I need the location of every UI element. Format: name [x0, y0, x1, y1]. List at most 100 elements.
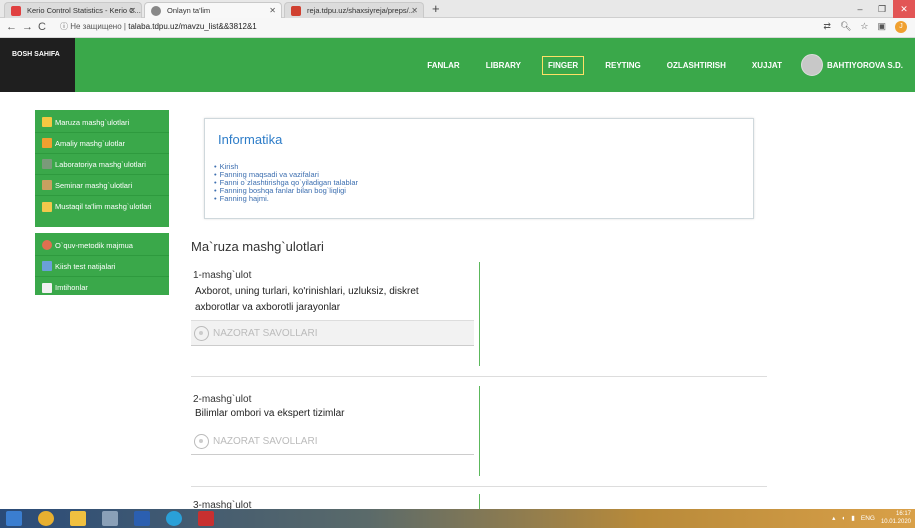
- course-info-box: Informatika Kirish Fanning maqsadi va va…: [204, 118, 754, 219]
- windows-start-icon[interactable]: [6, 511, 22, 526]
- new-tab-icon[interactable]: +: [432, 1, 440, 16]
- tab-close-icon[interactable]: ✕: [411, 3, 418, 18]
- window-controls: – ❐ ✕: [849, 0, 915, 18]
- sidebar-item-label: O`quv-metodik majmua: [55, 240, 133, 250]
- browser-tab-kerio[interactable]: Kerio Control Statistics - Kerio C... ✕: [4, 2, 142, 18]
- lesson-number: 3-mashg`ulot: [193, 500, 252, 509]
- url-text: talaba.tdpu.uz/mavzu_list&&3812&1: [128, 22, 257, 31]
- tab-close-icon[interactable]: ✕: [269, 3, 276, 18]
- reja-favicon-icon: [291, 6, 301, 16]
- file-explorer-icon[interactable]: [70, 511, 86, 526]
- browser-tab-reja[interactable]: reja.tdpu.uz/shaxsiyreja/preps/... ✕: [284, 2, 424, 18]
- sidebar-item-seminar[interactable]: Seminar mashg`ulotlari: [35, 175, 169, 196]
- maximize-icon[interactable]: ❐: [871, 0, 893, 18]
- nav-finger[interactable]: FINGER: [541, 55, 585, 75]
- book-icon: [42, 180, 52, 190]
- browser-tabstrip: Kerio Control Statistics - Kerio C... ✕ …: [0, 0, 915, 18]
- clock-date: 10.01.2020: [880, 519, 911, 525]
- app-icon[interactable]: [102, 511, 118, 526]
- sidebar-item-maruza[interactable]: Maruza mashg`ulotlari: [35, 112, 169, 133]
- address-bar-icons: ⇄ 🔍︎ ☆ ▣ J: [823, 21, 907, 33]
- security-label: Не защищено: [70, 22, 122, 31]
- sidebar-item-label: Amaliy mashg`ulotlar: [55, 138, 126, 148]
- close-window-icon[interactable]: ✕: [893, 0, 915, 18]
- reload-icon[interactable]: C: [38, 21, 46, 33]
- main-nav: FANLAR LIBRARY FINGER REYTING OZLASHTIRI…: [406, 38, 903, 92]
- nazorat-label: NAZORAT SAVOLLARI: [213, 327, 318, 339]
- section-title: Ma`ruza mashg`ulotlari: [191, 239, 324, 254]
- lesson-description[interactable]: Bilimlar ombori va ekspert tizimlar: [195, 406, 465, 422]
- bookmark-star-icon[interactable]: ☆: [860, 21, 868, 33]
- volume-icon[interactable]: ◖: [841, 515, 845, 522]
- sidebar-item-majmua[interactable]: O`quv-metodik majmua: [35, 235, 169, 256]
- folder-icon: [42, 117, 52, 127]
- info-icon[interactable]: ⓘ: [60, 22, 68, 31]
- tray-arrow-icon[interactable]: ▴: [832, 514, 835, 522]
- kerio-favicon-icon: [11, 6, 21, 16]
- sidebar-item-label: Kiish test natijalari: [55, 261, 116, 271]
- back-icon[interactable]: ←: [6, 21, 17, 33]
- address-bar: ← → C ⓘ Не защищено | talaba.tdpu.uz/mav…: [0, 18, 915, 38]
- lesson-separator: [191, 376, 767, 377]
- sidebar-lessons-menu: Maruza mashg`ulotlari Amaliy mashg`ulotl…: [35, 110, 169, 227]
- nav-ozlashtirish[interactable]: OZLASHTIRISH: [662, 57, 731, 74]
- lesson-card: 3-mashg`ulot: [191, 494, 767, 509]
- topic-link[interactable]: Fanning hajmi.: [214, 195, 358, 203]
- lesson-number: 1-mashg`ulot: [193, 270, 252, 281]
- nav-xujjat[interactable]: XUJJAT: [747, 57, 787, 74]
- question-circle-icon: [194, 434, 209, 449]
- clock[interactable]: 16:17 10.01.2020: [881, 510, 911, 526]
- browser-tab-onlayn[interactable]: Onlayn ta'lim ✕: [144, 2, 282, 18]
- windows-taskbar: ▴ ◖ ▮ ENG 16:17 10.01.2020: [0, 509, 915, 528]
- network-icon[interactable]: ▮: [851, 514, 855, 522]
- sidebar-item-test-natijalari[interactable]: Kiish test natijalari: [35, 256, 169, 277]
- tab-title: Onlayn ta'lim: [167, 6, 211, 15]
- sidebar-item-label: Maruza mashg`ulotlari: [55, 117, 130, 127]
- profile-avatar-icon[interactable]: J: [895, 21, 907, 33]
- language-indicator[interactable]: ENG: [861, 515, 875, 522]
- nazorat-label: NAZORAT SAVOLLARI: [213, 436, 318, 447]
- url-field[interactable]: ⓘ Не защищено | talaba.tdpu.uz/mavzu_lis…: [60, 21, 257, 32]
- extension-icon[interactable]: ▣: [877, 21, 886, 33]
- tab-close-icon[interactable]: ✕: [129, 3, 136, 18]
- site-header: BOSH SAHIFA FANLAR LIBRARY FINGER REYTIN…: [0, 38, 915, 92]
- lesson-divider: [479, 262, 480, 366]
- translate-icon[interactable]: ⇄: [823, 21, 831, 33]
- sidebar-item-label: Mustaqil ta'lim mashg`ulotlari: [55, 202, 152, 211]
- home-link[interactable]: BOSH SAHIFA: [0, 38, 75, 92]
- tab-title: reja.tdpu.uz/shaxsiyreja/preps/...: [307, 6, 415, 15]
- sidebar-item-label: Seminar mashg`ulotlari: [55, 180, 133, 190]
- chrome-icon[interactable]: [38, 511, 54, 526]
- course-topics-list: Kirish Fanning maqsadi va vazifalari Fan…: [214, 163, 358, 203]
- minimize-icon[interactable]: –: [849, 0, 871, 18]
- question-circle-icon: [194, 325, 209, 341]
- sidebar-item-imtihonlar[interactable]: Imtihonlar: [35, 277, 169, 298]
- user-avatar-icon: [800, 54, 823, 76]
- document-icon: [42, 282, 52, 293]
- pencil-icon: [42, 138, 52, 148]
- lesson-card: 2-mashg`ulot Bilimlar ombori va ekspert …: [191, 386, 767, 476]
- forward-icon[interactable]: →: [22, 21, 33, 33]
- telegram-icon[interactable]: [166, 511, 182, 526]
- nav-library[interactable]: LIBRARY: [481, 57, 526, 74]
- globe-favicon-icon: [151, 6, 161, 16]
- sidebar-item-amaliy[interactable]: Amaliy mashg`ulotlar: [35, 133, 169, 154]
- system-tray: ▴ ◖ ▮ ENG 16:17 10.01.2020: [832, 510, 911, 526]
- sidebar-item-label: Laboratoriya mashg`ulotlari: [55, 159, 146, 169]
- nav-reyting[interactable]: REYTING: [600, 57, 646, 74]
- lesson-card: 1-mashg`ulot Axborot, uning turlari, ko'…: [191, 262, 767, 372]
- stack-icon: [42, 201, 52, 212]
- nazorat-savollari-button[interactable]: NAZORAT SAVOLLARI: [191, 429, 474, 455]
- nazorat-savollari-button[interactable]: NAZORAT SAVOLLARI: [191, 320, 474, 346]
- word-icon[interactable]: [134, 511, 150, 526]
- lesson-description[interactable]: Axborot, uning turlari, ko'rinishlari, u…: [195, 284, 465, 316]
- zoom-icon[interactable]: 🔍︎: [840, 21, 851, 33]
- user-menu[interactable]: BAHTIYOROVA S.D.: [800, 54, 903, 76]
- tools-icon: [42, 159, 52, 169]
- course-title: Informatika: [218, 132, 283, 147]
- clock-time: 16:17: [895, 511, 911, 517]
- acrobat-icon[interactable]: [198, 511, 214, 526]
- nav-fanlar[interactable]: FANLAR: [422, 57, 464, 74]
- sidebar-item-mustaqil[interactable]: Mustaqil ta'lim mashg`ulotlari: [35, 196, 169, 217]
- sidebar-item-laboratoriya[interactable]: Laboratoriya mashg`ulotlari: [35, 154, 169, 175]
